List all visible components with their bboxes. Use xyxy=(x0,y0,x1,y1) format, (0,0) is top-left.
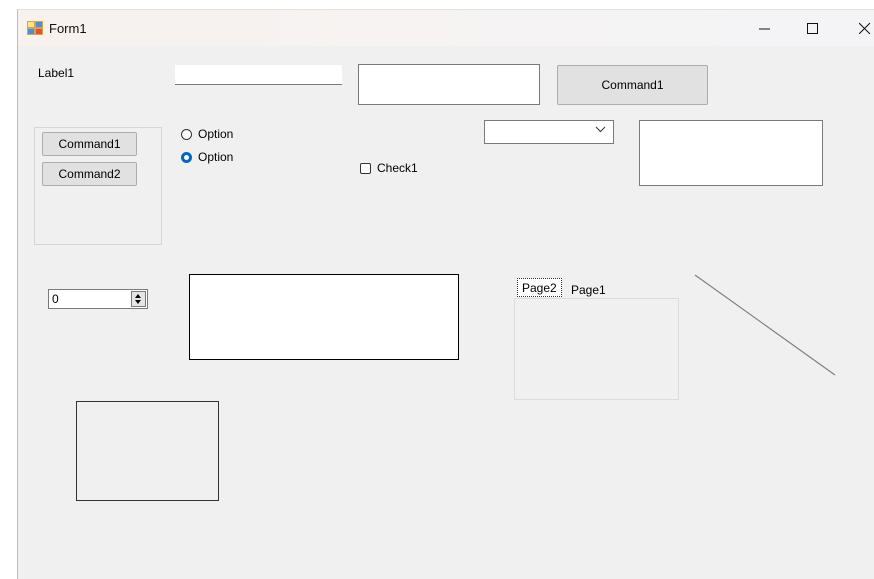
option-label-1: Option xyxy=(198,127,234,141)
radio-unselected-icon xyxy=(181,128,192,140)
command1-button-top[interactable]: Command1 xyxy=(557,65,708,105)
text-input-medium[interactable] xyxy=(358,64,540,105)
maximize-icon xyxy=(807,23,818,34)
option-label-2: Option xyxy=(198,150,234,164)
combo-box[interactable] xyxy=(484,120,614,144)
tab-page-panel xyxy=(514,298,679,400)
option-radio-2[interactable]: Option xyxy=(181,150,233,164)
chevron-down-icon xyxy=(595,126,606,133)
text-input-small[interactable] xyxy=(175,65,342,85)
spin-up-icon[interactable] xyxy=(135,294,141,298)
window-title: Form1 xyxy=(49,21,87,36)
minimize-icon xyxy=(759,28,770,30)
app-icon xyxy=(27,21,43,35)
command2-button[interactable]: Command2 xyxy=(42,162,137,186)
check1-label: Check1 xyxy=(377,161,418,175)
close-button[interactable] xyxy=(843,13,874,43)
option-radio-1[interactable]: Option xyxy=(181,127,233,141)
close-icon xyxy=(859,22,871,34)
radio-selected-icon xyxy=(181,151,192,163)
form-client-area: Label1 Command1 Command1 Command2 Option… xyxy=(18,46,874,579)
numeric-spinner[interactable]: 0 xyxy=(48,289,148,309)
minimize-button[interactable] xyxy=(743,13,787,43)
label1: Label1 xyxy=(38,66,75,80)
frame-buttons: Command1 Command2 xyxy=(34,127,162,245)
spinner-buttons[interactable] xyxy=(131,291,146,307)
check1-checkbox[interactable]: Check1 xyxy=(360,161,418,175)
tab-control: Page2 Page1 xyxy=(514,278,684,402)
picture-box xyxy=(76,401,219,501)
list-box[interactable] xyxy=(639,120,823,186)
text-area[interactable] xyxy=(189,274,459,360)
command1-button[interactable]: Command1 xyxy=(42,132,137,156)
checkbox-icon xyxy=(360,162,371,174)
spin-down-icon[interactable] xyxy=(135,300,141,304)
title-bar[interactable]: Form1 xyxy=(18,10,874,46)
tab-page2[interactable]: Page2 xyxy=(517,278,562,297)
form-window: Form1 Label1 Command1 Command1 Command2 … xyxy=(17,9,874,579)
line-shape xyxy=(694,274,836,376)
tab-page1[interactable]: Page1 xyxy=(567,280,610,299)
maximize-button[interactable] xyxy=(791,13,835,43)
spinner-value: 0 xyxy=(52,292,59,306)
